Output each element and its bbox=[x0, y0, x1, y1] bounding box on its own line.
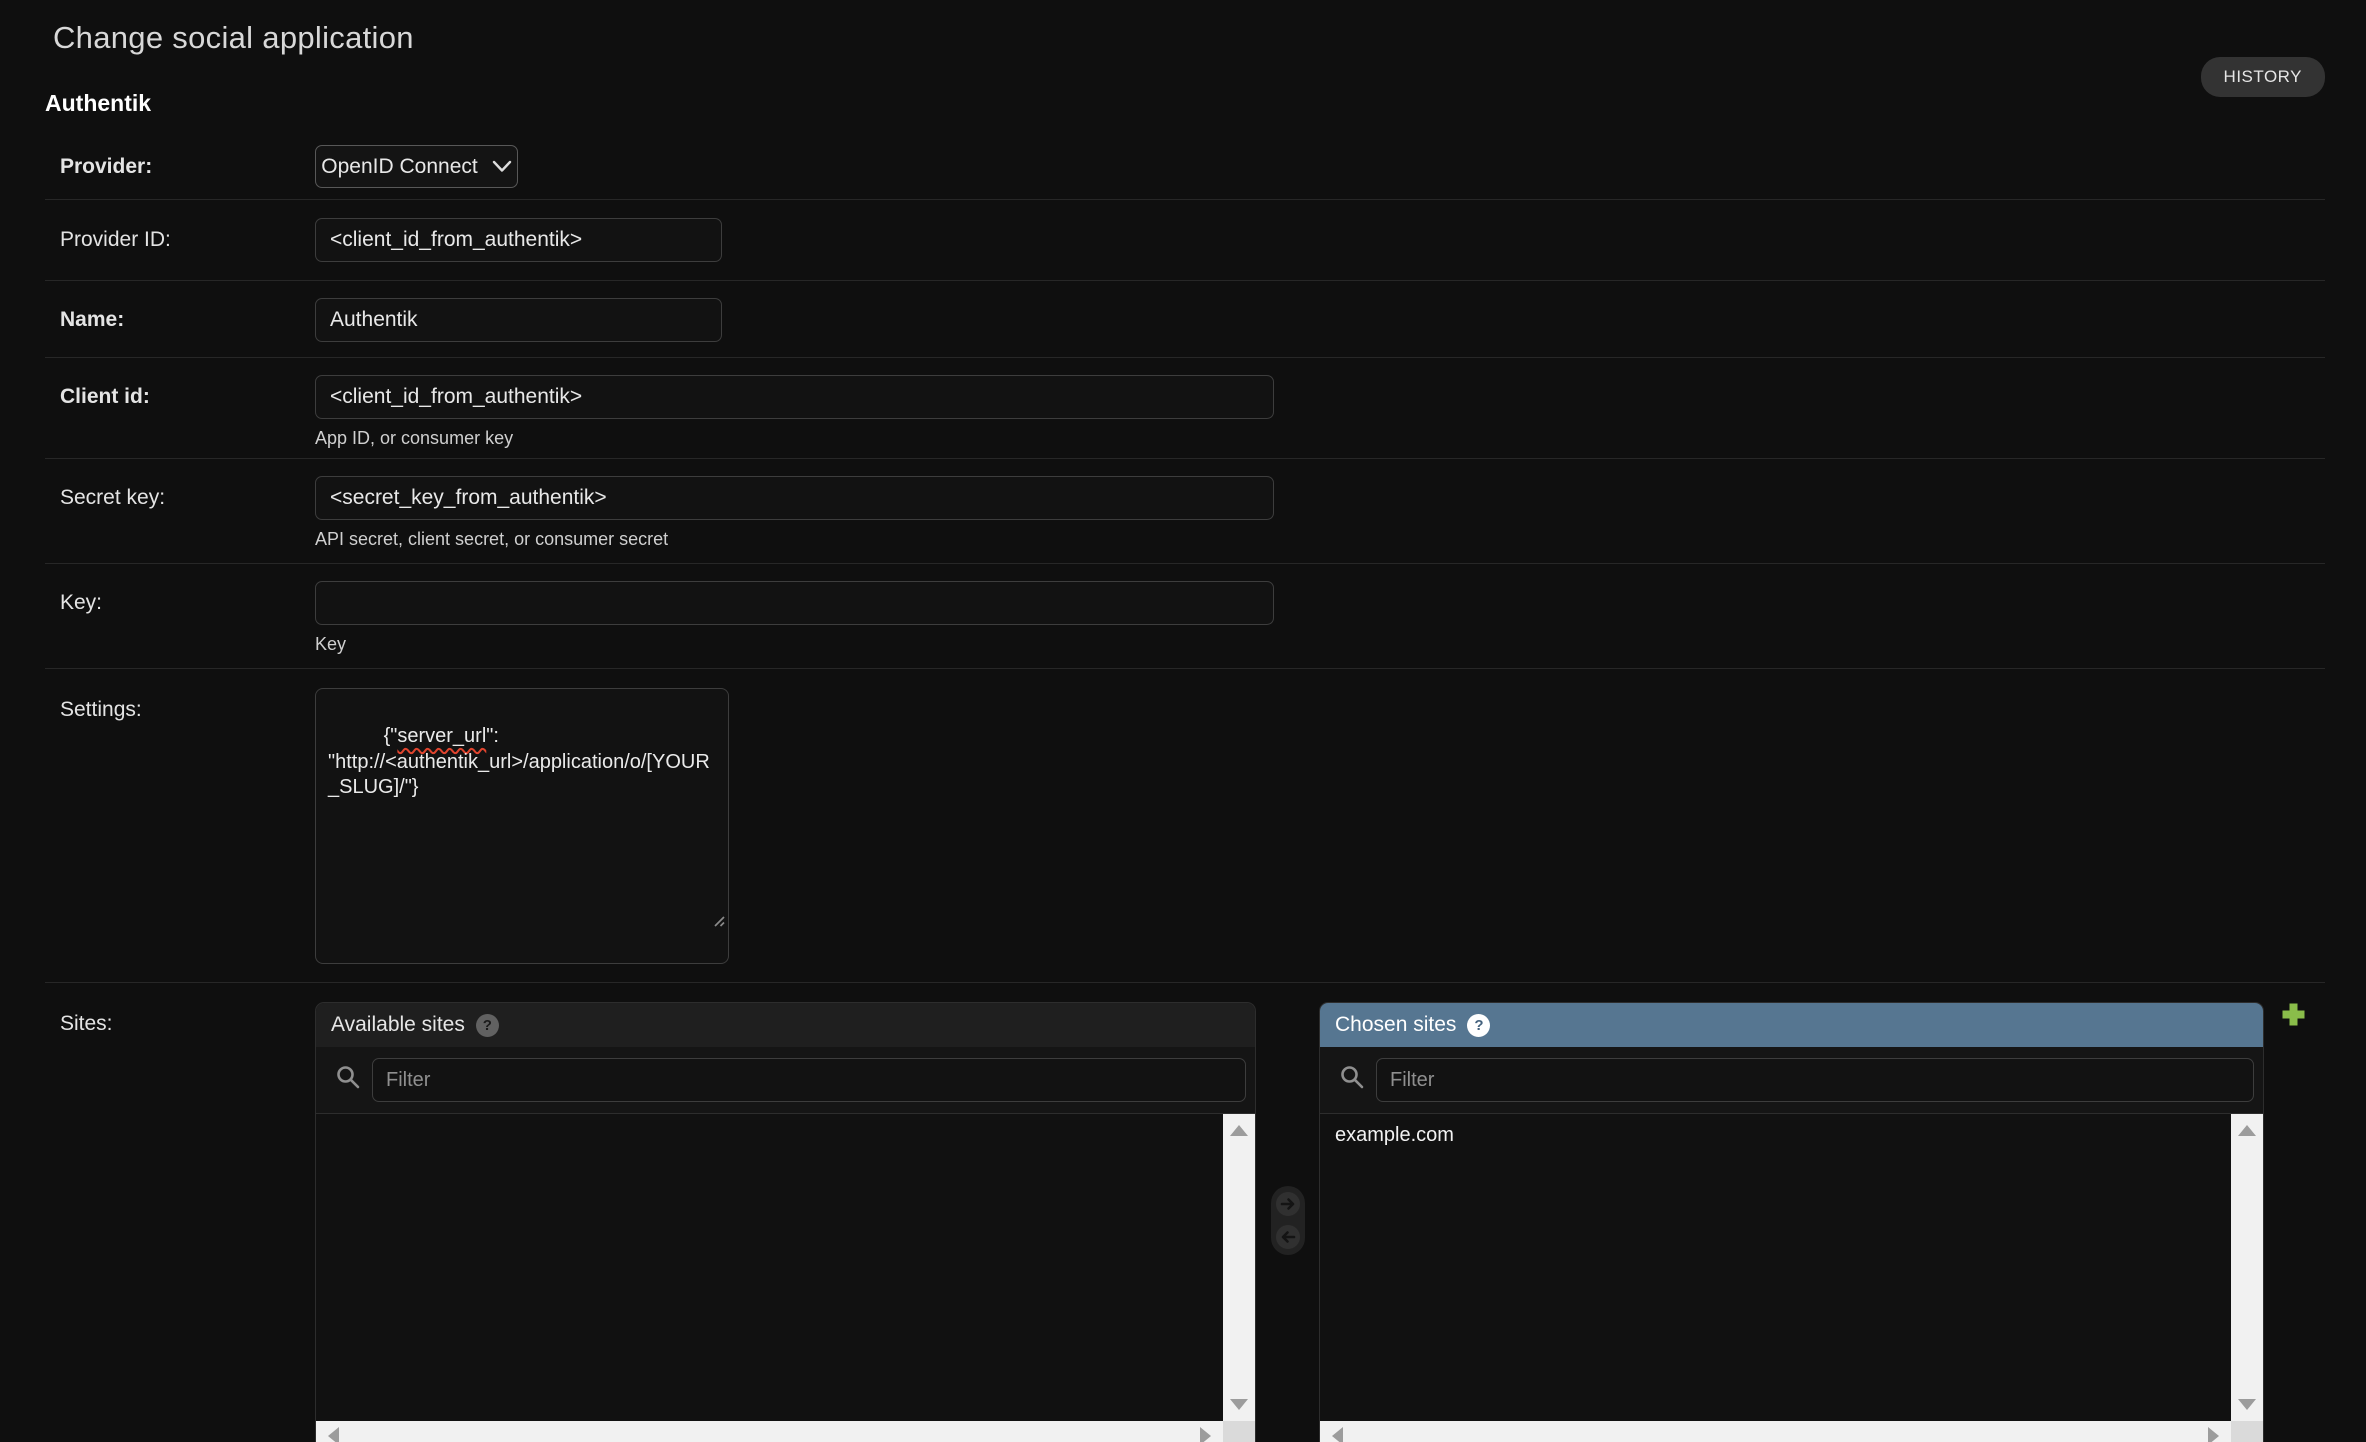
provider-label: Provider: bbox=[60, 155, 152, 179]
chosen-sites-box: Chosen sites ? example.com bbox=[1319, 1002, 2264, 1442]
secret-key-label: Secret key: bbox=[60, 486, 165, 510]
scrollbar-corner bbox=[1223, 1421, 1255, 1442]
mover-buttons bbox=[1271, 1186, 1305, 1255]
name-label: Name: bbox=[60, 308, 124, 332]
scroll-down-icon[interactable] bbox=[2238, 1399, 2256, 1410]
form-row-sites: Sites: Available sites ? bbox=[45, 983, 2325, 1442]
secret-key-help: API secret, client secret, or consumer s… bbox=[315, 529, 2325, 550]
scroll-left-icon[interactable] bbox=[328, 1427, 339, 1442]
history-button[interactable]: HISTORY bbox=[2201, 57, 2325, 97]
available-sites-box: Available sites ? bbox=[315, 1002, 1256, 1442]
key-help: Key bbox=[315, 634, 2325, 655]
provider-select[interactable]: OpenID Connect bbox=[315, 145, 518, 188]
help-icon[interactable]: ? bbox=[1467, 1014, 1490, 1037]
vertical-scrollbar[interactable] bbox=[1223, 1114, 1255, 1421]
chosen-filter-input[interactable] bbox=[1376, 1058, 2254, 1102]
chosen-sites-title: Chosen sites bbox=[1335, 1013, 1456, 1037]
provider-id-label: Provider ID: bbox=[60, 228, 171, 252]
page-title: Change social application bbox=[53, 20, 2325, 56]
name-input[interactable] bbox=[315, 298, 722, 342]
chosen-sites-list[interactable]: example.com bbox=[1320, 1113, 2263, 1442]
vertical-scrollbar[interactable] bbox=[2231, 1114, 2263, 1421]
available-filter-row bbox=[316, 1047, 1255, 1113]
list-item[interactable]: example.com bbox=[1320, 1114, 2231, 1153]
client-id-label: Client id: bbox=[60, 385, 150, 409]
remove-arrow-button[interactable] bbox=[1276, 1225, 1300, 1249]
form-row-provider: Provider: OpenID Connect bbox=[45, 130, 2325, 200]
provider-select-value: OpenID Connect bbox=[321, 155, 477, 179]
available-filter-input[interactable] bbox=[372, 1058, 1246, 1102]
client-id-help: App ID, or consumer key bbox=[315, 428, 2325, 449]
section-heading: Authentik bbox=[45, 90, 2325, 117]
search-icon bbox=[335, 1064, 362, 1096]
chevron-down-icon bbox=[492, 155, 512, 179]
arrow-right-icon bbox=[1279, 1195, 1297, 1213]
social-application-form: Provider: OpenID Connect Provider ID: bbox=[45, 130, 2325, 1442]
scroll-right-icon[interactable] bbox=[1200, 1427, 1211, 1442]
available-sites-title: Available sites bbox=[331, 1013, 465, 1037]
available-sites-header: Available sites ? bbox=[316, 1003, 1255, 1047]
form-row-key: Key: Key bbox=[45, 564, 2325, 669]
misspelled-text: server_url bbox=[397, 725, 486, 747]
scroll-left-icon[interactable] bbox=[1332, 1427, 1343, 1442]
settings-textarea[interactable]: {"server_url": "http://<authentik_url>/a… bbox=[315, 688, 729, 964]
form-row-client-id: Client id: App ID, or consumer key bbox=[45, 358, 2325, 459]
chosen-filter-row bbox=[1320, 1047, 2263, 1113]
horizontal-scrollbar[interactable] bbox=[316, 1421, 1223, 1442]
secret-key-input[interactable] bbox=[315, 476, 1274, 520]
scroll-right-icon[interactable] bbox=[2208, 1427, 2219, 1442]
client-id-input[interactable] bbox=[315, 375, 1274, 419]
available-sites-list[interactable] bbox=[316, 1113, 1255, 1442]
mover-column bbox=[1256, 1002, 1319, 1255]
scroll-up-icon[interactable] bbox=[1230, 1125, 1248, 1136]
chosen-sites-header: Chosen sites ? bbox=[1320, 1003, 2263, 1047]
search-icon bbox=[1339, 1064, 1366, 1096]
add-site-button[interactable] bbox=[2281, 1002, 2306, 1030]
resize-handle-icon[interactable] bbox=[643, 884, 725, 960]
arrow-left-icon bbox=[1279, 1228, 1297, 1246]
settings-label: Settings: bbox=[60, 698, 142, 722]
form-row-secret-key: Secret key: API secret, client secret, o… bbox=[45, 459, 2325, 564]
scroll-up-icon[interactable] bbox=[2238, 1125, 2256, 1136]
plus-icon bbox=[2281, 1002, 2306, 1027]
horizontal-scrollbar[interactable] bbox=[1320, 1421, 2231, 1442]
sites-label: Sites: bbox=[60, 1012, 113, 1036]
form-row-name: Name: bbox=[45, 281, 2325, 358]
form-row-provider-id: Provider ID: bbox=[45, 200, 2325, 281]
change-social-application-page: Change social application HISTORY Authen… bbox=[0, 0, 2366, 1442]
sites-selector-widget: Available sites ? bbox=[315, 1002, 2325, 1442]
form-row-settings: Settings: {"server_url": "http://<authen… bbox=[45, 669, 2325, 983]
key-label: Key: bbox=[60, 591, 102, 615]
scroll-down-icon[interactable] bbox=[1230, 1399, 1248, 1410]
provider-id-input[interactable] bbox=[315, 218, 722, 262]
key-input[interactable] bbox=[315, 581, 1274, 625]
scrollbar-corner bbox=[2231, 1421, 2263, 1442]
choose-arrow-button[interactable] bbox=[1276, 1192, 1300, 1216]
help-icon[interactable]: ? bbox=[476, 1014, 499, 1037]
